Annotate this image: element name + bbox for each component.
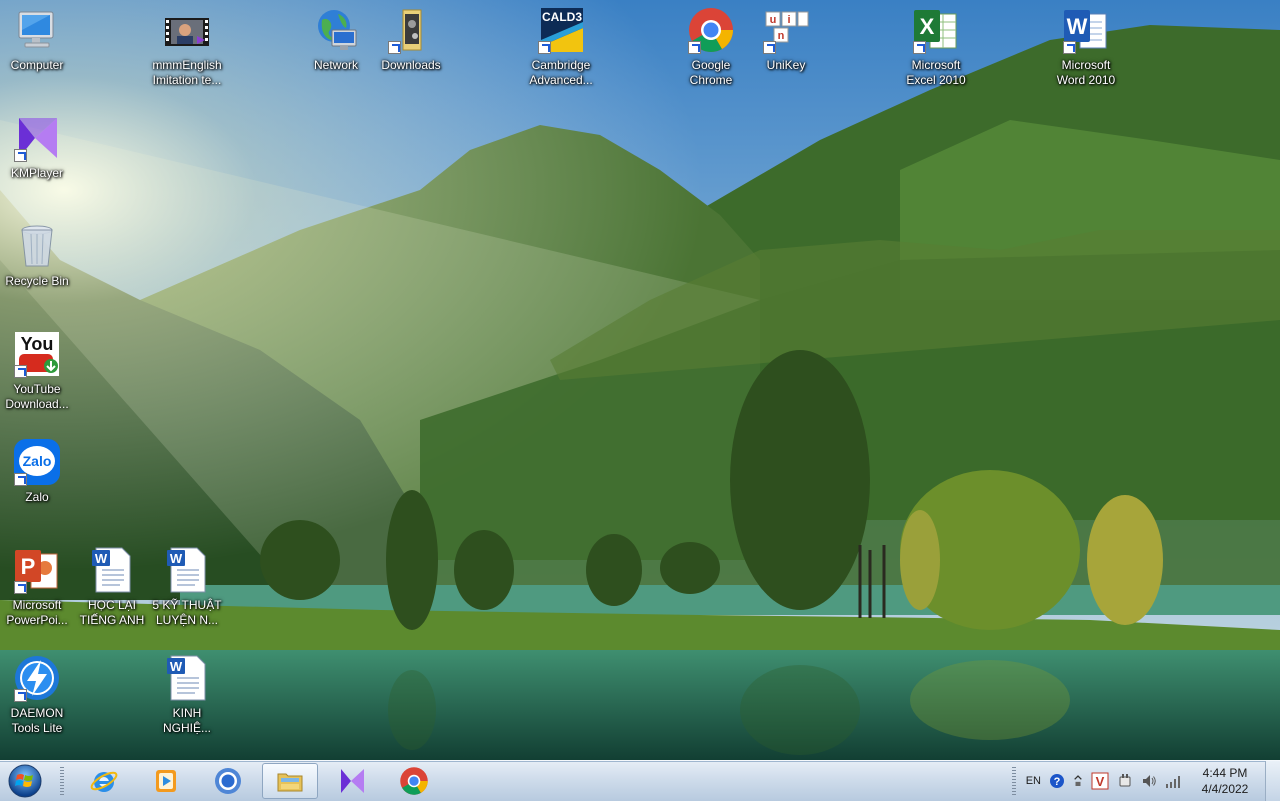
icon-label: Cambridge Advanced...	[529, 58, 593, 87]
taskbar-chromium[interactable]	[200, 763, 256, 799]
word-desktop-icon[interactable]: W Microsoft Word 2010	[1049, 6, 1123, 88]
chrome-icon	[400, 767, 428, 795]
icon-label: 5 KỸ THUẬT LUYỆN N...	[152, 598, 222, 627]
cald3-text: CALD3	[542, 10, 582, 24]
taskbar-grip[interactable]	[60, 767, 64, 795]
excel-desktop-icon[interactable]: X Microsoft Excel 2010	[899, 6, 973, 88]
word-document-icon: W	[167, 655, 206, 701]
svg-text:X: X	[920, 14, 935, 39]
mmmenglish-desktop-icon[interactable]: mmmEnglish Imitation te...	[150, 6, 224, 88]
system-tray: EN ? V 4:44 PM 4/4/2022	[1011, 761, 1280, 801]
svg-text:W: W	[95, 551, 108, 566]
clock-time: 4:44 PM	[1202, 766, 1248, 780]
icon-label: Microsoft PowerPoi...	[6, 598, 68, 627]
icon-label: Computer	[10, 58, 64, 72]
icon-label: Microsoft Word 2010	[1056, 58, 1116, 87]
icon-label: UniKey	[766, 58, 806, 72]
kmplayer-icon	[341, 769, 364, 793]
unikey-letter-n: n	[778, 30, 785, 42]
media-player-icon	[156, 770, 176, 792]
svg-text:?: ?	[1054, 776, 1061, 788]
shortcut-arrow-icon	[763, 41, 776, 54]
kmplayer-desktop-icon[interactable]: KMPlayer	[0, 114, 74, 181]
svg-text:P: P	[21, 554, 36, 579]
unikey-letter-i: i	[787, 14, 790, 26]
daemon-tools-desktop-icon[interactable]: DAEMON Tools Lite	[0, 654, 74, 736]
powerpoint-desktop-icon[interactable]: P Microsoft PowerPoi...	[0, 546, 74, 628]
video-file-icon	[165, 18, 209, 46]
cambridge-desktop-icon[interactable]: CALD3 Cambridge Advanced...	[524, 6, 598, 88]
shortcut-arrow-icon	[688, 41, 701, 54]
youtube-text: You	[21, 334, 54, 354]
word-document-icon: W	[167, 547, 206, 593]
language-indicator[interactable]: EN	[1026, 775, 1041, 787]
taskbar-windows-explorer[interactable]	[262, 763, 318, 799]
shortcut-arrow-icon	[14, 689, 27, 702]
svg-text:W: W	[170, 551, 183, 566]
taskbar: EN ? V 4:44 PM 4/4/2022	[0, 760, 1280, 801]
folder-icon	[277, 773, 303, 792]
icon-label: Google Chrome	[689, 58, 733, 87]
taskbar-media-player[interactable]	[138, 763, 194, 799]
shortcut-arrow-icon	[14, 149, 27, 162]
icon-label: DAEMON Tools Lite	[10, 706, 64, 735]
5-ky-thuat-desktop-icon[interactable]: W 5 KỸ THUẬT LUYỆN N...	[150, 546, 224, 628]
network-signal-icon[interactable]	[1165, 773, 1183, 789]
icon-label: Zalo	[25, 490, 49, 504]
windows-start-orb-icon	[8, 764, 42, 798]
svg-text:W: W	[1067, 14, 1088, 39]
shortcut-arrow-icon	[14, 581, 27, 594]
wallpaper	[0, 0, 1280, 760]
icon-label: KINH NGHIỆ...	[162, 706, 211, 735]
google-chrome-desktop-icon[interactable]: Google Chrome	[674, 6, 748, 88]
youtube-downloader-desktop-icon[interactable]: You YouTube Download...	[0, 330, 74, 412]
taskbar-internet-explorer[interactable]	[76, 763, 132, 799]
network-globe-icon	[318, 10, 357, 50]
downloads-desktop-icon[interactable]: Downloads	[374, 6, 448, 73]
icon-label: HỌC LẠI TIẾNG ANH	[79, 598, 145, 627]
show-desktop-button[interactable]	[1265, 761, 1280, 801]
icon-label: Network	[313, 58, 358, 72]
clock-date: 4/4/2022	[1201, 782, 1249, 796]
internet-explorer-icon	[90, 771, 118, 792]
chromium-icon	[215, 768, 241, 794]
unikey-tray-text: V	[1096, 774, 1105, 789]
unikey-desktop-icon[interactable]: u i n UniKey	[749, 6, 823, 73]
help-icon[interactable]: ?	[1049, 773, 1065, 789]
network-desktop-icon[interactable]: Network	[299, 6, 373, 73]
taskbar-kmplayer[interactable]	[324, 763, 380, 799]
tray-grip[interactable]	[1011, 767, 1016, 795]
zalo-text: Zalo	[23, 453, 52, 469]
hoc-lai-tieng-anh-desktop-icon[interactable]: W HỌC LẠI TIẾNG ANH	[75, 546, 149, 628]
shortcut-arrow-icon	[538, 41, 551, 54]
icon-label: Recycle Bin	[5, 274, 69, 288]
icon-label: KMPlayer	[10, 166, 63, 180]
zalo-desktop-icon[interactable]: Zalo Zalo	[0, 438, 74, 505]
shortcut-arrow-icon	[14, 473, 27, 486]
kinh-nghiem-desktop-icon[interactable]: W KINH NGHIỆ...	[150, 654, 224, 736]
shortcut-arrow-icon	[1063, 41, 1076, 54]
power-plug-icon[interactable]	[1117, 773, 1133, 789]
word-document-icon: W	[92, 547, 131, 593]
svg-text:W: W	[170, 659, 183, 674]
recycle-bin-desktop-icon[interactable]: Recycle Bin	[0, 222, 74, 289]
desktop[interactable]: Computer mmmEnglish Imitation te... Netw…	[0, 0, 1280, 760]
icon-label: mmmEnglish Imitation te...	[152, 58, 222, 87]
icon-label: Downloads	[381, 58, 441, 72]
shortcut-arrow-icon	[14, 365, 27, 378]
unikey-tray-icon[interactable]: V	[1091, 772, 1109, 790]
volume-icon[interactable]	[1141, 773, 1157, 789]
recycle-bin-icon	[21, 225, 53, 267]
shortcut-arrow-icon	[913, 41, 926, 54]
icon-label: YouTube Download...	[5, 382, 69, 411]
taskbar-google-chrome[interactable]	[386, 763, 442, 799]
start-button[interactable]	[6, 763, 44, 799]
computer-icon	[18, 11, 54, 48]
computer-desktop-icon[interactable]: Computer	[0, 6, 74, 73]
chevron-up-icon[interactable]	[1073, 773, 1083, 789]
unikey-letter-u: u	[770, 14, 777, 26]
shortcut-arrow-icon	[388, 41, 401, 54]
icon-label: Microsoft Excel 2010	[906, 58, 966, 87]
clock[interactable]: 4:44 PM 4/4/2022	[1195, 765, 1255, 797]
